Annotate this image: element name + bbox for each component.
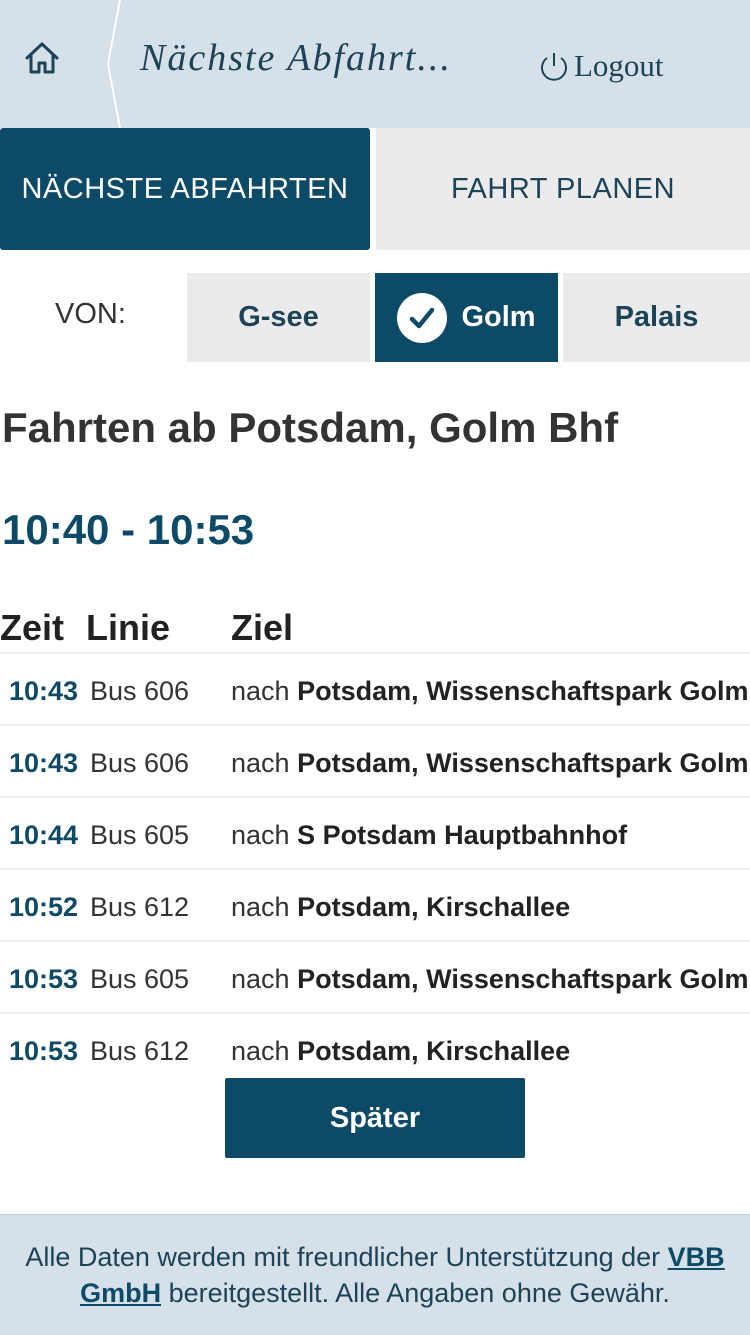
departures-heading: Fahrten ab Potsdam, Golm Bhf [2,404,619,451]
power-icon [541,53,567,81]
departure-line: Bus 612 [90,1036,190,1066]
departure-line: Bus 605 [90,820,190,850]
later-button[interactable]: Später [225,1078,525,1158]
stop-label: G-see [238,301,319,333]
page-title: Nächste Abfahrt... [140,37,452,79]
stop-label: Golm [461,301,536,333]
column-header-time: Zeit [0,607,65,648]
from-label: VON: [55,298,126,330]
departure-line: Bus 612 [90,892,190,922]
footer: Alle Daten werden mit freundlicher Unter… [0,1214,750,1335]
departure-row[interactable]: 10:53 Bus 612 nach Potsdam, Kirschallee [0,1012,750,1084]
mode-tabs: NÄCHSTE ABFAHRTEN FAHRT PLANEN [0,128,750,250]
departure-time: 10:53 [9,964,79,994]
departure-line: Bus 606 [90,748,190,778]
departure-destination: nach S Potsdam Hauptbahnhof [231,820,628,850]
tab-fahrt-planen[interactable]: FAHRT PLANEN [376,128,750,250]
departures-list: 10:43 Bus 606 nach Potsdam, Wissenschaft… [0,652,750,1084]
departure-line: Bus 606 [90,676,190,706]
departure-row[interactable]: 10:53 Bus 605 nach Potsdam, Wissenschaft… [0,940,750,1012]
footer-text: Alle Daten werden mit freundlicher Unter… [25,1242,725,1308]
time-range: 10:40 - 10:53 [2,506,255,553]
home-icon [25,42,59,74]
home-button[interactable] [0,0,110,128]
departure-time: 10:52 [9,892,79,922]
stop-button-palais[interactable]: Palais [563,273,750,362]
departure-destination: nach Potsdam, Wissenschaftspark Golm [231,964,749,994]
top-bar: Nächste Abfahrt... Logout [0,0,750,128]
departure-row[interactable]: 10:43 Bus 606 nach Potsdam, Wissenschaft… [0,652,750,724]
departure-time: 10:44 [9,820,79,850]
stop-label: Palais [614,301,699,333]
stop-button-g-see[interactable]: G-see [187,273,370,362]
departure-time: 10:43 [9,748,79,778]
checkmark-icon [397,292,448,343]
column-header-line: Linie [86,607,171,648]
departure-destination: nach Potsdam, Wissenschaftspark Golm [231,748,749,778]
departure-time: 10:43 [9,676,79,706]
departure-destination: nach Potsdam, Kirschallee [231,1036,571,1066]
departure-time: 10:53 [9,1036,79,1066]
logout-label: Logout [574,48,664,83]
stop-button-golm[interactable]: Golm [375,273,558,362]
column-header-destination: Ziel [231,607,294,648]
departure-line: Bus 605 [90,964,190,994]
logout-button[interactable]: Logout [536,48,664,84]
departure-row[interactable]: 10:44 Bus 605 nach S Potsdam Hauptbahnho… [0,796,750,868]
tab-naechste-abfahrten[interactable]: NÄCHSTE ABFAHRTEN [0,128,370,250]
departure-row[interactable]: 10:43 Bus 606 nach Potsdam, Wissenschaft… [0,724,750,796]
departure-destination: nach Potsdam, Kirschallee [231,892,571,922]
departure-row[interactable]: 10:52 Bus 612 nach Potsdam, Kirschallee [0,868,750,940]
header-divider [106,0,121,128]
departure-destination: nach Potsdam, Wissenschaftspark Golm [231,676,749,706]
